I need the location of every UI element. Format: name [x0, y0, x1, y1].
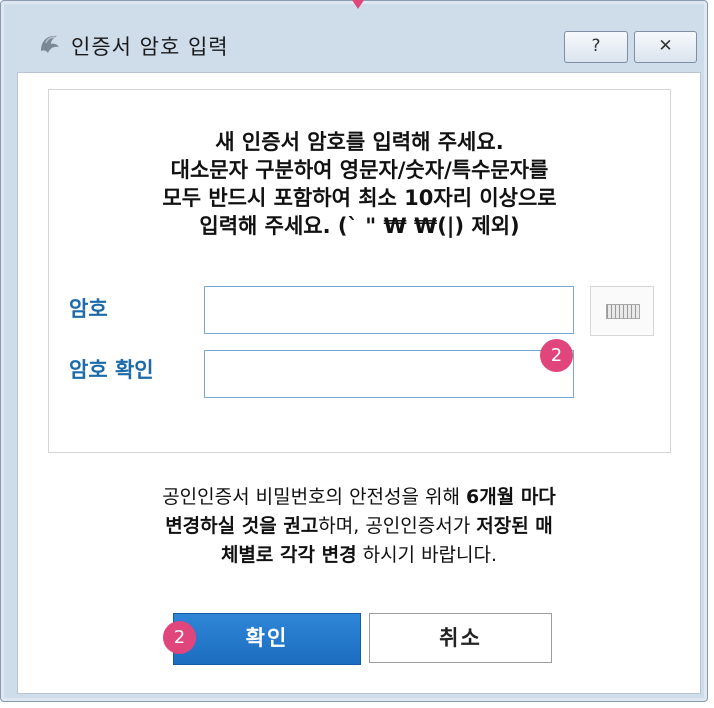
- virtual-keyboard-button[interactable]: [590, 286, 654, 336]
- password-confirm-label: 암호 확인: [69, 358, 154, 382]
- step-badge: 2: [540, 339, 573, 372]
- cancel-button[interactable]: 취소: [369, 613, 552, 663]
- ok-button[interactable]: 확인: [173, 613, 361, 665]
- notice-emphasis: 변경하실 것을 권고: [165, 515, 319, 537]
- help-icon: ?: [591, 36, 601, 56]
- step-badge: 2: [163, 621, 196, 654]
- password-label: 암호: [69, 297, 108, 321]
- help-button[interactable]: ?: [564, 31, 628, 63]
- title-bar[interactable]: 인증서 암호 입력 ? ✕: [1, 1, 707, 63]
- dolphin-app-icon: [41, 35, 59, 53]
- window-title: 인증서 암호 입력: [71, 35, 229, 59]
- instruction-line: 새 인증서 암호를 입력해 주세요.: [215, 130, 504, 154]
- notice-emphasis: 체별로 각각 변경: [220, 544, 357, 566]
- keyboard-icon: [606, 304, 640, 319]
- dialog-window: 인증서 암호 입력 ? ✕ 새 인증서 암호를 입력해 주세요. 대소문자 구분…: [0, 0, 708, 702]
- password-input[interactable]: [204, 286, 574, 334]
- pointer-marker: [352, 0, 364, 9]
- security-notice: 공인인증서 비밀번호의 안전성을 위해 6개월 마다 변경하실 것을 권고하며,…: [18, 483, 700, 570]
- notice-emphasis: 저장된 매: [476, 515, 553, 537]
- password-confirm-input[interactable]: [204, 350, 574, 398]
- notice-text: 하며, 공인인증서가: [318, 515, 477, 537]
- instruction-line: 입력해 주세요. (` " ₩ ₩(|) 제외): [199, 214, 520, 238]
- instruction-line: 대소문자 구분하여 영문자/숫자/특수문자를: [170, 158, 549, 182]
- instruction-line: 모두 반드시 포함하여 최소 10자리 이상으로: [162, 186, 557, 210]
- notice-text: 공인인증서 비밀번호의 안전성을 위해: [162, 486, 467, 508]
- notice-emphasis: 6개월 마다: [466, 486, 556, 508]
- password-panel: 새 인증서 암호를 입력해 주세요. 대소문자 구분하여 영문자/숫자/특수문자…: [48, 89, 671, 453]
- dialog-body: 새 인증서 암호를 입력해 주세요. 대소문자 구분하여 영문자/숫자/특수문자…: [17, 72, 701, 694]
- instructions-text: 새 인증서 암호를 입력해 주세요. 대소문자 구분하여 영문자/숫자/특수문자…: [49, 128, 670, 240]
- notice-text: 하시기 바랍니다.: [356, 544, 498, 566]
- close-button[interactable]: ✕: [634, 31, 697, 63]
- close-icon: ✕: [658, 36, 673, 56]
